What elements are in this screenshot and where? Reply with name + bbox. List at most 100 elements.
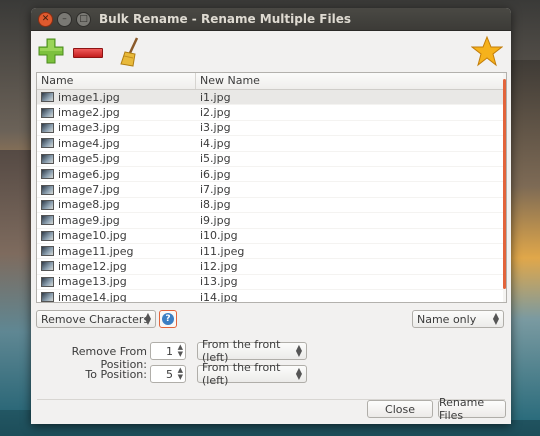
list-item[interactable]: image6.jpg i6.jpg bbox=[37, 167, 506, 183]
rename-mode-value: Remove Characters bbox=[41, 312, 150, 326]
file-name: image10.jpg bbox=[58, 229, 127, 243]
new-name-cell: i1.jpg bbox=[200, 90, 231, 104]
remove-icon[interactable] bbox=[73, 48, 103, 58]
image-thumbnail-icon bbox=[41, 153, 54, 164]
file-name-cell: image3.jpg bbox=[37, 121, 196, 134]
new-name-cell: i6.jpg bbox=[200, 167, 231, 181]
new-name-cell: i14.jpg bbox=[200, 290, 238, 303]
to-position-spinner[interactable]: 5 ▲ ▼ bbox=[150, 365, 186, 383]
file-name: image3.jpg bbox=[58, 121, 120, 135]
list-item[interactable]: image14.jpg i14.jpg bbox=[37, 290, 506, 303]
list-item[interactable]: image12.jpg i12.jpg bbox=[37, 259, 506, 275]
to-position-label: To Position: bbox=[85, 368, 147, 381]
file-name-cell: image13.jpg bbox=[37, 275, 196, 288]
new-name-cell: i5.jpg bbox=[200, 152, 231, 166]
bulk-rename-window: ✕ – □ Bulk Rename - Rename Multiple File… bbox=[31, 8, 511, 424]
list-item[interactable]: image13.jpg i13.jpg bbox=[37, 275, 506, 291]
image-thumbnail-icon bbox=[41, 246, 54, 257]
close-window-icon[interactable]: ✕ bbox=[38, 11, 53, 27]
window-title: Bulk Rename - Rename Multiple Files bbox=[99, 12, 351, 26]
image-thumbnail-icon bbox=[41, 215, 54, 226]
column-header-name[interactable]: Name bbox=[37, 73, 196, 89]
new-name-cell: i9.jpg bbox=[200, 213, 231, 227]
file-name: image1.jpg bbox=[58, 90, 120, 104]
image-thumbnail-icon bbox=[41, 199, 54, 210]
help-icon: ? bbox=[162, 313, 174, 325]
file-name-cell: image12.jpg bbox=[37, 260, 196, 273]
scope-select[interactable]: Name only ▲ ▼ bbox=[412, 310, 504, 328]
list-item[interactable]: image5.jpg i5.jpg bbox=[37, 152, 506, 167]
new-name-cell: i4.jpg bbox=[200, 136, 231, 150]
new-name-cell: i13.jpg bbox=[200, 275, 238, 289]
new-name-cell: i2.jpg bbox=[200, 106, 231, 120]
to-position-value: 5 bbox=[166, 367, 173, 381]
file-name: image14.jpg bbox=[58, 290, 127, 303]
to-direction-select[interactable]: From the front (left) ▲ ▼ bbox=[197, 361, 307, 387]
maximize-window-icon[interactable]: □ bbox=[76, 11, 91, 27]
image-thumbnail-icon bbox=[41, 230, 54, 241]
help-button[interactable]: ? bbox=[159, 310, 177, 328]
list-item[interactable]: image11.jpeg i11.jpeg bbox=[37, 244, 506, 260]
rename-files-button[interactable]: Rename Files bbox=[438, 396, 506, 422]
scrollbar-thumb[interactable] bbox=[503, 79, 506, 289]
file-name: image5.jpg bbox=[58, 152, 120, 166]
list-header: Name New Name bbox=[37, 73, 506, 90]
new-name-cell: i11.jpeg bbox=[200, 244, 245, 258]
scrollbar-track[interactable] bbox=[503, 73, 506, 302]
file-name: image12.jpg bbox=[58, 259, 127, 273]
file-name: image11.jpeg bbox=[58, 244, 134, 258]
close-button[interactable]: Close bbox=[367, 400, 433, 418]
broom-icon[interactable] bbox=[119, 37, 143, 67]
combo-arrows-icon: ▲ ▼ bbox=[492, 311, 499, 326]
from-position-spinner[interactable]: 1 ▲ ▼ bbox=[150, 342, 186, 360]
image-thumbnail-icon bbox=[41, 169, 54, 180]
minimize-window-icon[interactable]: – bbox=[57, 11, 72, 27]
image-thumbnail-icon bbox=[41, 138, 54, 149]
new-name-cell: i3.jpg bbox=[200, 121, 231, 135]
from-direction-select[interactable]: From the front (left) ▲ ▼ bbox=[197, 338, 307, 364]
list-item[interactable]: image4.jpg i4.jpg bbox=[37, 136, 506, 152]
to-direction-value: From the front (left) bbox=[202, 361, 281, 387]
image-thumbnail-icon bbox=[41, 292, 54, 302]
image-thumbnail-icon bbox=[41, 107, 54, 118]
toolbar bbox=[31, 31, 511, 73]
image-thumbnail-icon bbox=[41, 261, 54, 272]
file-name-cell: image11.jpeg bbox=[37, 245, 196, 258]
file-name-cell: image1.jpg bbox=[37, 91, 196, 104]
add-icon[interactable] bbox=[37, 37, 65, 65]
list-item[interactable]: image2.jpg i2.jpg bbox=[37, 105, 506, 121]
star-icon[interactable] bbox=[471, 35, 503, 67]
file-list[interactable]: Name New Name image1.jpg i1.jpg image2.jpg… bbox=[36, 72, 507, 303]
desktop-wallpaper-right bbox=[510, 60, 540, 420]
column-header-new-name[interactable]: New Name bbox=[196, 73, 506, 89]
from-position-value: 1 bbox=[166, 344, 173, 358]
spinner-arrows-icon[interactable]: ▲ ▼ bbox=[178, 344, 183, 358]
file-name: image8.jpg bbox=[58, 198, 120, 212]
combo-arrows-icon: ▲ ▼ bbox=[295, 343, 302, 358]
new-name-cell: i7.jpg bbox=[200, 183, 231, 197]
list-item[interactable]: image9.jpg i9.jpg bbox=[37, 213, 506, 229]
new-name-cell: i10.jpg bbox=[200, 229, 238, 243]
separator bbox=[37, 399, 505, 400]
image-thumbnail-icon bbox=[41, 122, 54, 133]
list-item[interactable]: image10.jpg i10.jpg bbox=[37, 229, 506, 244]
new-name-cell: i8.jpg bbox=[200, 198, 231, 212]
file-name-cell: image9.jpg bbox=[37, 214, 196, 227]
file-name-cell: image7.jpg bbox=[37, 183, 196, 196]
file-name-cell: image5.jpg bbox=[37, 152, 196, 165]
list-item[interactable]: image1.jpg i1.jpg bbox=[37, 90, 506, 106]
file-name-cell: image4.jpg bbox=[37, 137, 196, 150]
file-name-cell: image2.jpg bbox=[37, 106, 196, 119]
file-name: image9.jpg bbox=[58, 213, 120, 227]
file-name-cell: image6.jpg bbox=[37, 168, 196, 181]
rename-mode-select[interactable]: Remove Characters ▲ ▼ bbox=[36, 310, 156, 328]
file-name: image4.jpg bbox=[58, 136, 120, 150]
list-item[interactable]: image3.jpg i3.jpg bbox=[37, 121, 506, 137]
spinner-arrows-icon[interactable]: ▲ ▼ bbox=[178, 367, 183, 381]
new-name-cell: i12.jpg bbox=[200, 259, 238, 273]
list-item[interactable]: image7.jpg i7.jpg bbox=[37, 182, 506, 198]
image-thumbnail-icon bbox=[41, 184, 54, 195]
file-name-cell: image14.jpg bbox=[37, 290, 196, 303]
list-item[interactable]: image8.jpg i8.jpg bbox=[37, 198, 506, 214]
image-thumbnail-icon bbox=[41, 276, 54, 287]
